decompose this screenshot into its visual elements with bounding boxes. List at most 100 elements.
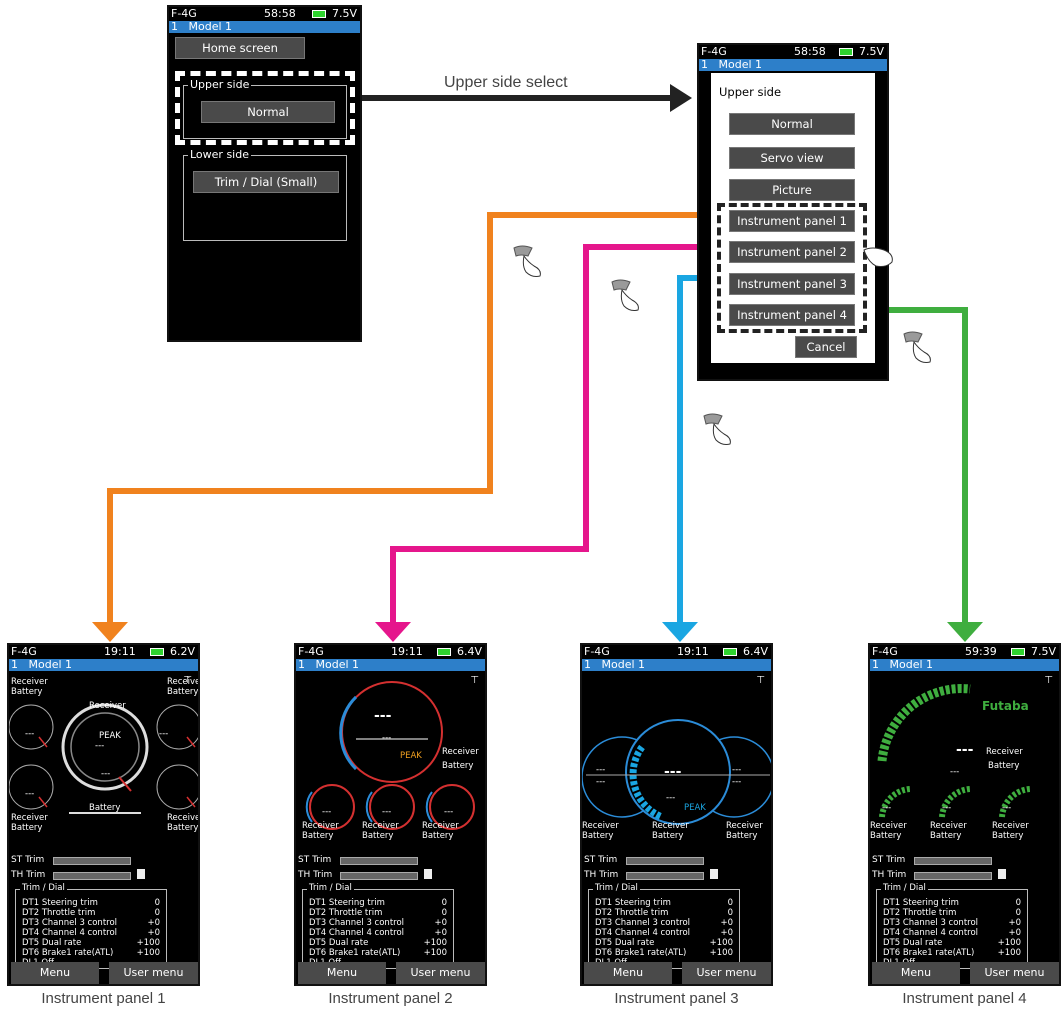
voltage-readout: 7.5V	[331, 7, 357, 20]
gauge-label: Receiver	[986, 747, 1023, 757]
model-name: Model 1	[315, 658, 360, 671]
gauge-label: ---	[882, 803, 892, 813]
gauge-label: Battery	[988, 761, 1020, 771]
gauge-label: Battery	[582, 831, 614, 841]
trim-row: DT6 Brake1 rate(ATL) +100	[22, 948, 160, 958]
battery-icon	[1011, 648, 1025, 656]
option-instrument-panel-1[interactable]: Instrument panel 1	[729, 210, 855, 232]
trim-row: DT6 Brake1 rate(ATL) +100	[883, 948, 1021, 958]
st-trim-label: ST Trim	[872, 855, 906, 865]
user-menu-button[interactable]: User menu	[109, 962, 198, 984]
user-menu-button[interactable]: User menu	[970, 962, 1059, 984]
gauge-label: Battery	[930, 831, 962, 841]
voltage-readout: 6.4V	[456, 645, 482, 658]
battery-icon	[150, 648, 164, 656]
gauge-label: ---	[950, 767, 960, 777]
gauge-label: Battery	[167, 823, 199, 833]
trim-dial-list: Trim / Dial DT1 Steering trim 0 DT2 Thro…	[876, 883, 1028, 969]
st-trim-bar	[340, 857, 418, 865]
home-screen-display: F-4G 58:58 7.5V 1 Model 1 Home screen Up…	[167, 5, 362, 342]
trim-row: DT4 Channel 4 control +0	[309, 928, 447, 938]
voltage-readout: 6.4V	[742, 645, 768, 658]
th-trim-bar	[914, 872, 992, 880]
trim-row: DT4 Channel 4 control +0	[595, 928, 733, 938]
gauge-label: ---	[159, 729, 169, 739]
option-picture[interactable]: Picture	[729, 179, 855, 201]
trim-dial-list: Trim / Dial DT1 Steering trim 0 DT2 Thro…	[588, 883, 740, 969]
home-screen-button[interactable]: Home screen	[175, 37, 305, 59]
gauge-label: ---	[374, 708, 392, 724]
trim-row: DT1 Steering trim 0	[309, 898, 447, 908]
option-normal[interactable]: Normal	[729, 113, 855, 135]
gauge-label: Battery	[11, 687, 43, 697]
menu-button[interactable]: Menu	[11, 962, 99, 984]
gauge-label: Battery	[302, 831, 334, 841]
select-dialog: Upper side Normal Servo view Picture Ins…	[711, 73, 875, 363]
timer-readout: 19:11	[104, 645, 136, 658]
gauge-label: Battery	[726, 831, 758, 841]
lower-side-group: Lower side	[183, 148, 347, 241]
gauge-label: ---	[382, 733, 392, 743]
gauge-label: Receiver	[422, 821, 459, 831]
instrument-panel-4-screen: F-4G 59:39 7.5V 1 Model 1 ⊤ Futaba --- --- Re…	[868, 643, 1061, 986]
trim-row: DT2 Throttle trim 0	[595, 908, 733, 918]
gauge-label: Receiver	[930, 821, 967, 831]
card-icon	[710, 869, 718, 879]
trim-row: DT3 Channel 3 control +0	[595, 918, 733, 928]
gauge-label: Receiver	[302, 821, 339, 831]
gauge-label: Battery	[422, 831, 454, 841]
gauge-label: ---	[732, 765, 742, 775]
trim-dial-list: Trim / Dial DT1 Steering trim 0 DT2 Thro…	[302, 883, 454, 969]
gauge-label: Battery	[442, 761, 474, 771]
option-instrument-panel-2[interactable]: Instrument panel 2	[729, 241, 855, 263]
gauge-label: ---	[596, 777, 606, 787]
instrument-panel-3-caption: Instrument panel 3	[614, 990, 739, 1007]
th-trim-label: TH Trim	[872, 870, 907, 880]
gauge-label: Battery	[362, 831, 394, 841]
timer-readout: 58:58	[264, 7, 296, 20]
gauge-label: ---	[666, 793, 676, 803]
model-number: 1	[171, 20, 178, 33]
gauge-label: Battery	[11, 823, 43, 833]
instrument-panel-2-screen: F-4G 19:11 6.4V 1 Model 1 ⊤ --- --- PEAK Rece…	[294, 643, 487, 986]
menu-button[interactable]: Menu	[298, 962, 386, 984]
menu-button[interactable]: Menu	[872, 962, 960, 984]
gauge-label: ---	[732, 777, 742, 787]
trim-row: DT6 Brake1 rate(ATL) +100	[309, 948, 447, 958]
upper-side-normal-button[interactable]: Normal	[201, 101, 335, 123]
th-trim-bar	[340, 872, 418, 880]
timer-readout: 19:11	[391, 645, 423, 658]
trim-row: DT5 Dual rate +100	[22, 938, 160, 948]
timer-readout: 19:11	[677, 645, 709, 658]
gauge-artwork	[582, 719, 771, 825]
gauge-label: Receiver	[11, 677, 48, 687]
menu-button[interactable]: Menu	[584, 962, 672, 984]
tap-hand-icon	[703, 413, 731, 445]
gauge-label: Receiver	[582, 821, 619, 831]
gauge-label: PEAK	[99, 731, 121, 741]
firmware-label: F-4G	[298, 645, 324, 658]
instrument-panel-4-caption: Instrument panel 4	[902, 990, 1027, 1007]
gauge-label: PEAK	[684, 803, 706, 813]
trim-row: DT3 Channel 3 control +0	[22, 918, 160, 928]
th-trim-bar	[626, 872, 704, 880]
firmware-label: F-4G	[171, 7, 197, 20]
st-trim-label: ST Trim	[11, 855, 45, 865]
gauge-label: ---	[95, 741, 105, 751]
th-trim-label: TH Trim	[298, 870, 333, 880]
gauge-label: Battery	[992, 831, 1024, 841]
gauge-label: ---	[956, 742, 974, 758]
option-instrument-panel-3[interactable]: Instrument panel 3	[729, 273, 855, 295]
model-name: Model 1	[28, 658, 73, 671]
option-instrument-panel-4[interactable]: Instrument panel 4	[729, 304, 855, 326]
user-menu-button[interactable]: User menu	[396, 962, 485, 984]
user-menu-button[interactable]: User menu	[682, 962, 771, 984]
instrument-panel-2-caption: Instrument panel 2	[328, 990, 453, 1007]
instrument-panel-3-screen: F-4G 19:11 6.4V 1 Model 1 ⊤ --- --- --- --- --…	[580, 643, 773, 986]
trim-row: DT5 Dual rate +100	[595, 938, 733, 948]
battery-icon	[312, 10, 326, 18]
st-trim-label: ST Trim	[298, 855, 332, 865]
cancel-button[interactable]: Cancel	[795, 336, 857, 358]
option-servo-view[interactable]: Servo view	[729, 147, 855, 169]
lower-side-button[interactable]: Trim / Dial (Small)	[193, 171, 339, 193]
